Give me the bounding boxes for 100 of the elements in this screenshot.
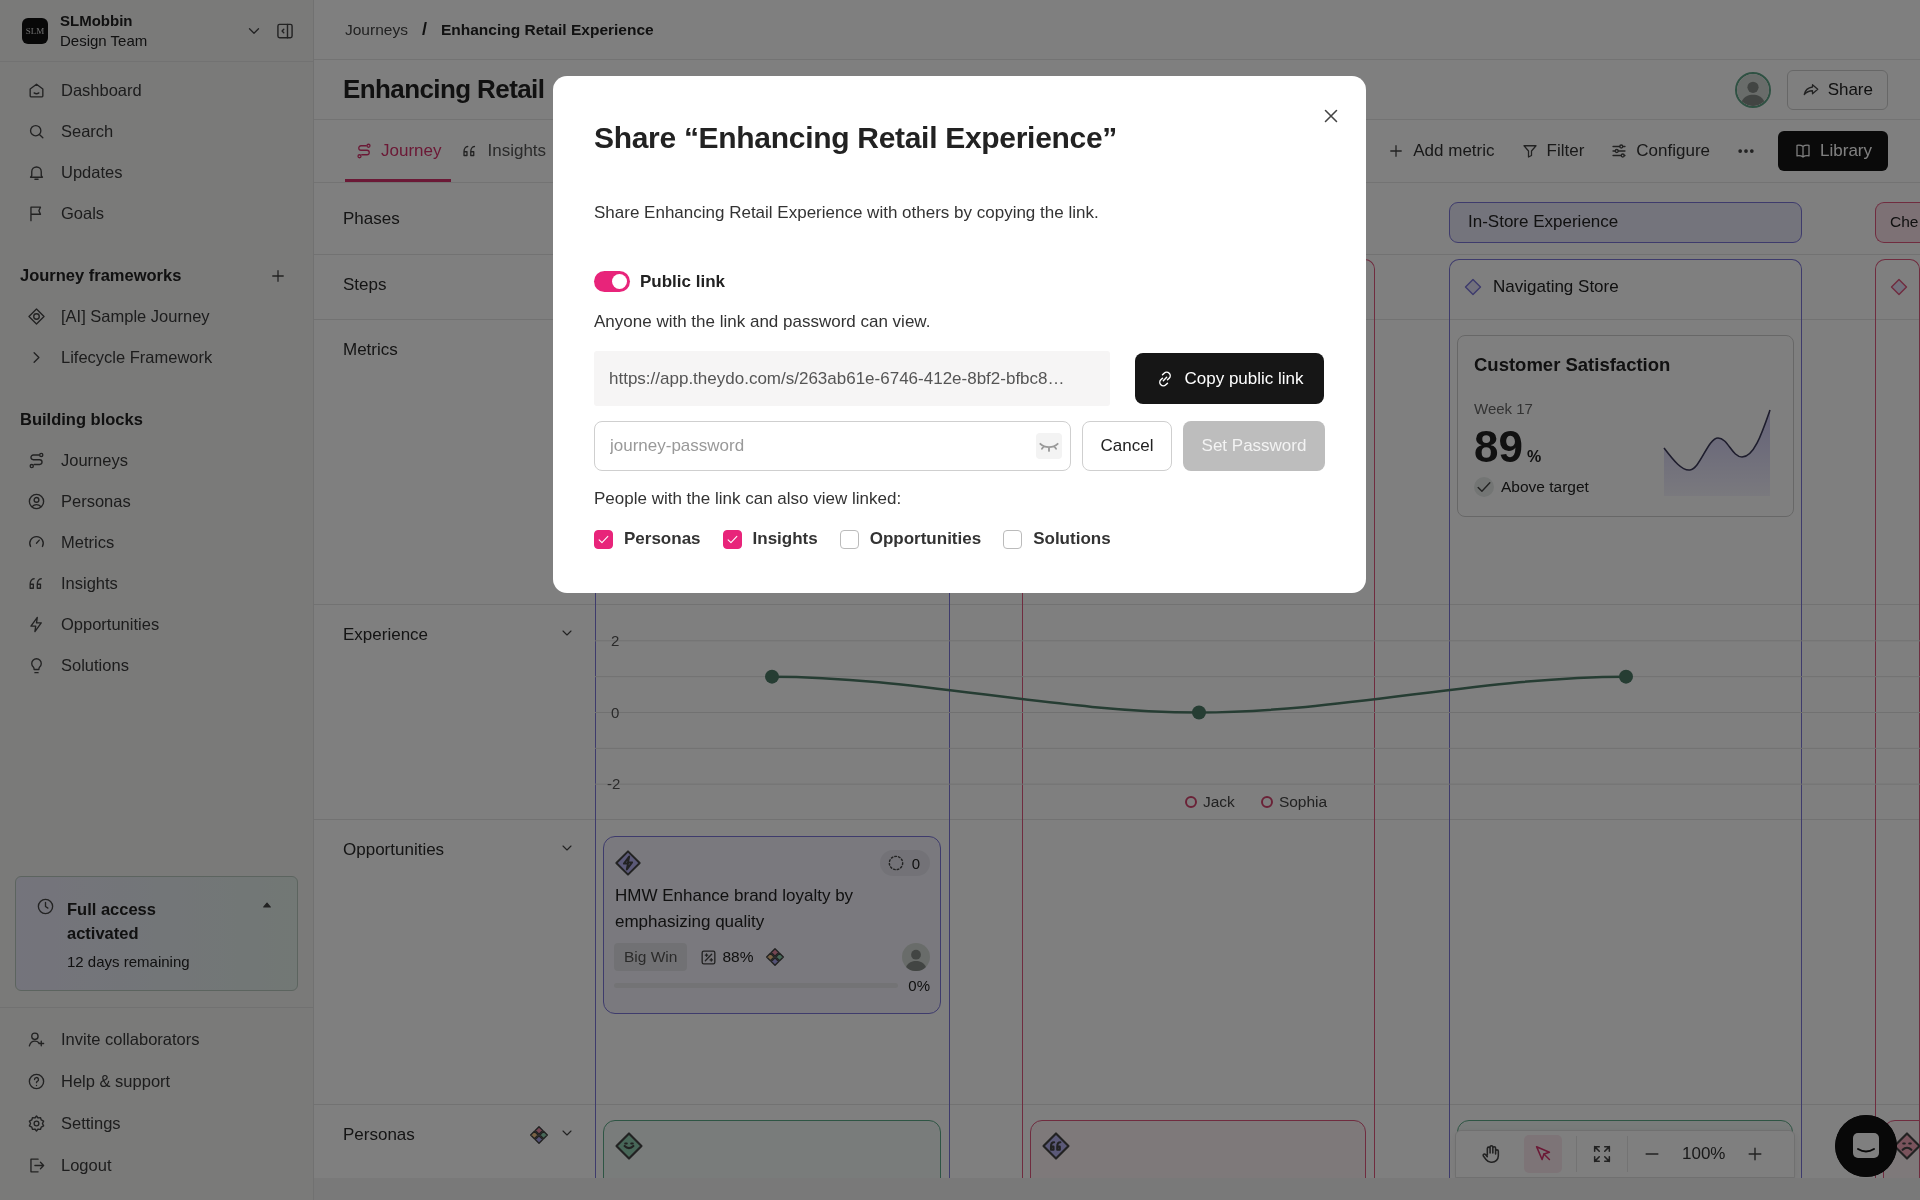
row-label: Experience <box>343 625 430 645</box>
breadcrumb-current: Enhancing Retail Experience <box>440 20 654 39</box>
nav-item[interactable]: Dashboard <box>0 70 313 111</box>
expand-icon[interactable] <box>1591 1143 1613 1165</box>
home-icon <box>27 81 46 100</box>
metric-title: Customer Satisfaction <box>1474 354 1672 377</box>
nav-item[interactable]: Goals <box>0 193 313 234</box>
row-label: Metrics <box>343 340 399 360</box>
checkbox[interactable] <box>594 529 613 549</box>
logout-icon <box>27 1155 46 1175</box>
password-field[interactable]: journey-password <box>594 421 1071 471</box>
toggle-label: Public link <box>640 271 726 292</box>
toolbar-button[interactable]: Configure <box>1610 141 1711 161</box>
nav-item[interactable]: Search <box>0 111 313 152</box>
library-button[interactable]: Library <box>1778 131 1888 171</box>
help-icon <box>27 1071 46 1091</box>
section-title: Journey frameworks <box>20 266 182 285</box>
clock-icon <box>36 897 55 916</box>
nav-item[interactable]: Help & support <box>0 1060 313 1102</box>
toolbar-button[interactable]: Filter <box>1520 141 1585 161</box>
tab[interactable]: Insights <box>451 123 557 182</box>
diamond-icon <box>1889 277 1909 297</box>
data-point <box>1619 669 1633 684</box>
legend-marker <box>1185 796 1197 808</box>
row-label: Opportunities <box>343 840 446 860</box>
route-icon <box>355 142 373 160</box>
percent-icon <box>699 947 719 967</box>
hand-icon <box>1480 1143 1502 1165</box>
toggle-switch[interactable] <box>594 271 630 292</box>
checkbox-label: Personas <box>624 529 701 549</box>
nav-item[interactable]: Metrics <box>0 522 313 563</box>
tick-label: -2 <box>607 775 621 793</box>
linked-title: People with the link can also view linked: <box>594 489 903 509</box>
checkbox-label: Insights <box>752 529 818 549</box>
opportunity-card[interactable]: 0 HMW Enhance brand loyalty by emphasizing quality Big Win 88% 0% <box>603 836 941 1014</box>
trial-subtitle: 12 days remaining <box>67 953 191 970</box>
progress-label: 0% <box>908 977 930 994</box>
status-label: Above target <box>1501 478 1589 497</box>
share-button[interactable]: Share <box>1786 69 1888 110</box>
copy-link-button[interactable]: Copy public link <box>1135 353 1324 404</box>
nav-item[interactable]: Updates <box>0 152 313 193</box>
breadcrumb-link[interactable]: Journeys <box>345 20 408 39</box>
data-point <box>1192 705 1206 720</box>
row-label: Steps <box>343 275 388 295</box>
nav-item[interactable]: Personas <box>0 481 313 522</box>
nav-item[interactable]: Settings <box>0 1102 313 1144</box>
nav-item[interactable]: [AI] Sample Journey <box>0 296 313 337</box>
bell-icon <box>27 163 46 182</box>
check-icon <box>1474 477 1494 498</box>
opportunity-title: HMW Enhance brand loyalty by emphasizing quality <box>614 885 855 933</box>
diamond-icon <box>1463 277 1483 297</box>
checkbox-label: Opportunities <box>869 529 982 549</box>
access-note: Anyone with the link and password can view. <box>594 312 932 332</box>
row-label: Personas <box>343 1125 416 1145</box>
trial-title: Full access activated <box>67 899 157 944</box>
user-circle-icon <box>27 492 46 511</box>
metric-value: 89 <box>1474 422 1523 471</box>
metric-period: Week 17 <box>1474 399 1534 419</box>
nav-item[interactable]: Journeys <box>0 440 313 481</box>
nav-item[interactable]: Invite collaborators <box>0 1018 313 1060</box>
toolbar-button[interactable]: Add metric <box>1387 141 1495 161</box>
section-title: Building blocks <box>20 410 143 429</box>
data-point <box>765 669 779 684</box>
eye-closed-icon[interactable] <box>1036 433 1062 459</box>
workspace-logo: SLM <box>22 17 48 44</box>
page-title: Enhancing Retail <box>343 74 545 105</box>
legend-label: Sophia <box>1278 793 1328 811</box>
checkbox[interactable] <box>839 529 859 549</box>
tool-button[interactable] <box>1524 1135 1562 1173</box>
zoom-level: 100% <box>1682 1144 1726 1164</box>
step-title: Navigating Store <box>1493 277 1619 297</box>
legend-marker <box>1260 796 1273 808</box>
smile-icon <box>614 1131 644 1161</box>
tick-label: 2 <box>611 631 620 649</box>
filter-icon <box>1520 142 1539 160</box>
team-name: Design Team <box>60 30 149 51</box>
link-field[interactable]: https://app.theydo.com/s/263ab61e-6746-412e-8bf2-bfbc8… <box>594 351 1110 406</box>
dialog-title: Share “Enhancing Retail Experience” <box>594 120 1118 156</box>
settings-icon <box>27 1113 46 1133</box>
checkbox[interactable] <box>722 529 742 549</box>
sliders-icon <box>1610 142 1629 160</box>
nav-item[interactable]: Lifecycle Framework <box>0 337 313 378</box>
tick-label: 0 <box>611 703 620 721</box>
nav-item[interactable]: Opportunities <box>0 604 313 645</box>
diamond-icon <box>27 307 46 326</box>
bolt-icon <box>614 849 642 877</box>
avatar <box>1734 71 1771 108</box>
checkbox[interactable] <box>1003 529 1023 549</box>
workspace-name: SLMobbin <box>60 10 134 31</box>
metric-card[interactable]: Customer Satisfaction Week 17 89% Above target <box>1457 335 1794 517</box>
search-icon <box>27 122 46 141</box>
nav-item[interactable]: Solutions <box>0 645 313 686</box>
dialog-description: Share Enhancing Retail Experience with others by copying the link. <box>594 203 1100 223</box>
book-icon <box>1794 142 1813 160</box>
nav-item[interactable]: Insights <box>0 563 313 604</box>
tab[interactable]: Journey <box>345 123 452 182</box>
nav-item[interactable]: Logout <box>0 1144 313 1186</box>
cancel-button[interactable]: Cancel <box>1082 421 1172 471</box>
chat-button[interactable] <box>1835 1115 1897 1177</box>
avatar <box>902 943 930 971</box>
